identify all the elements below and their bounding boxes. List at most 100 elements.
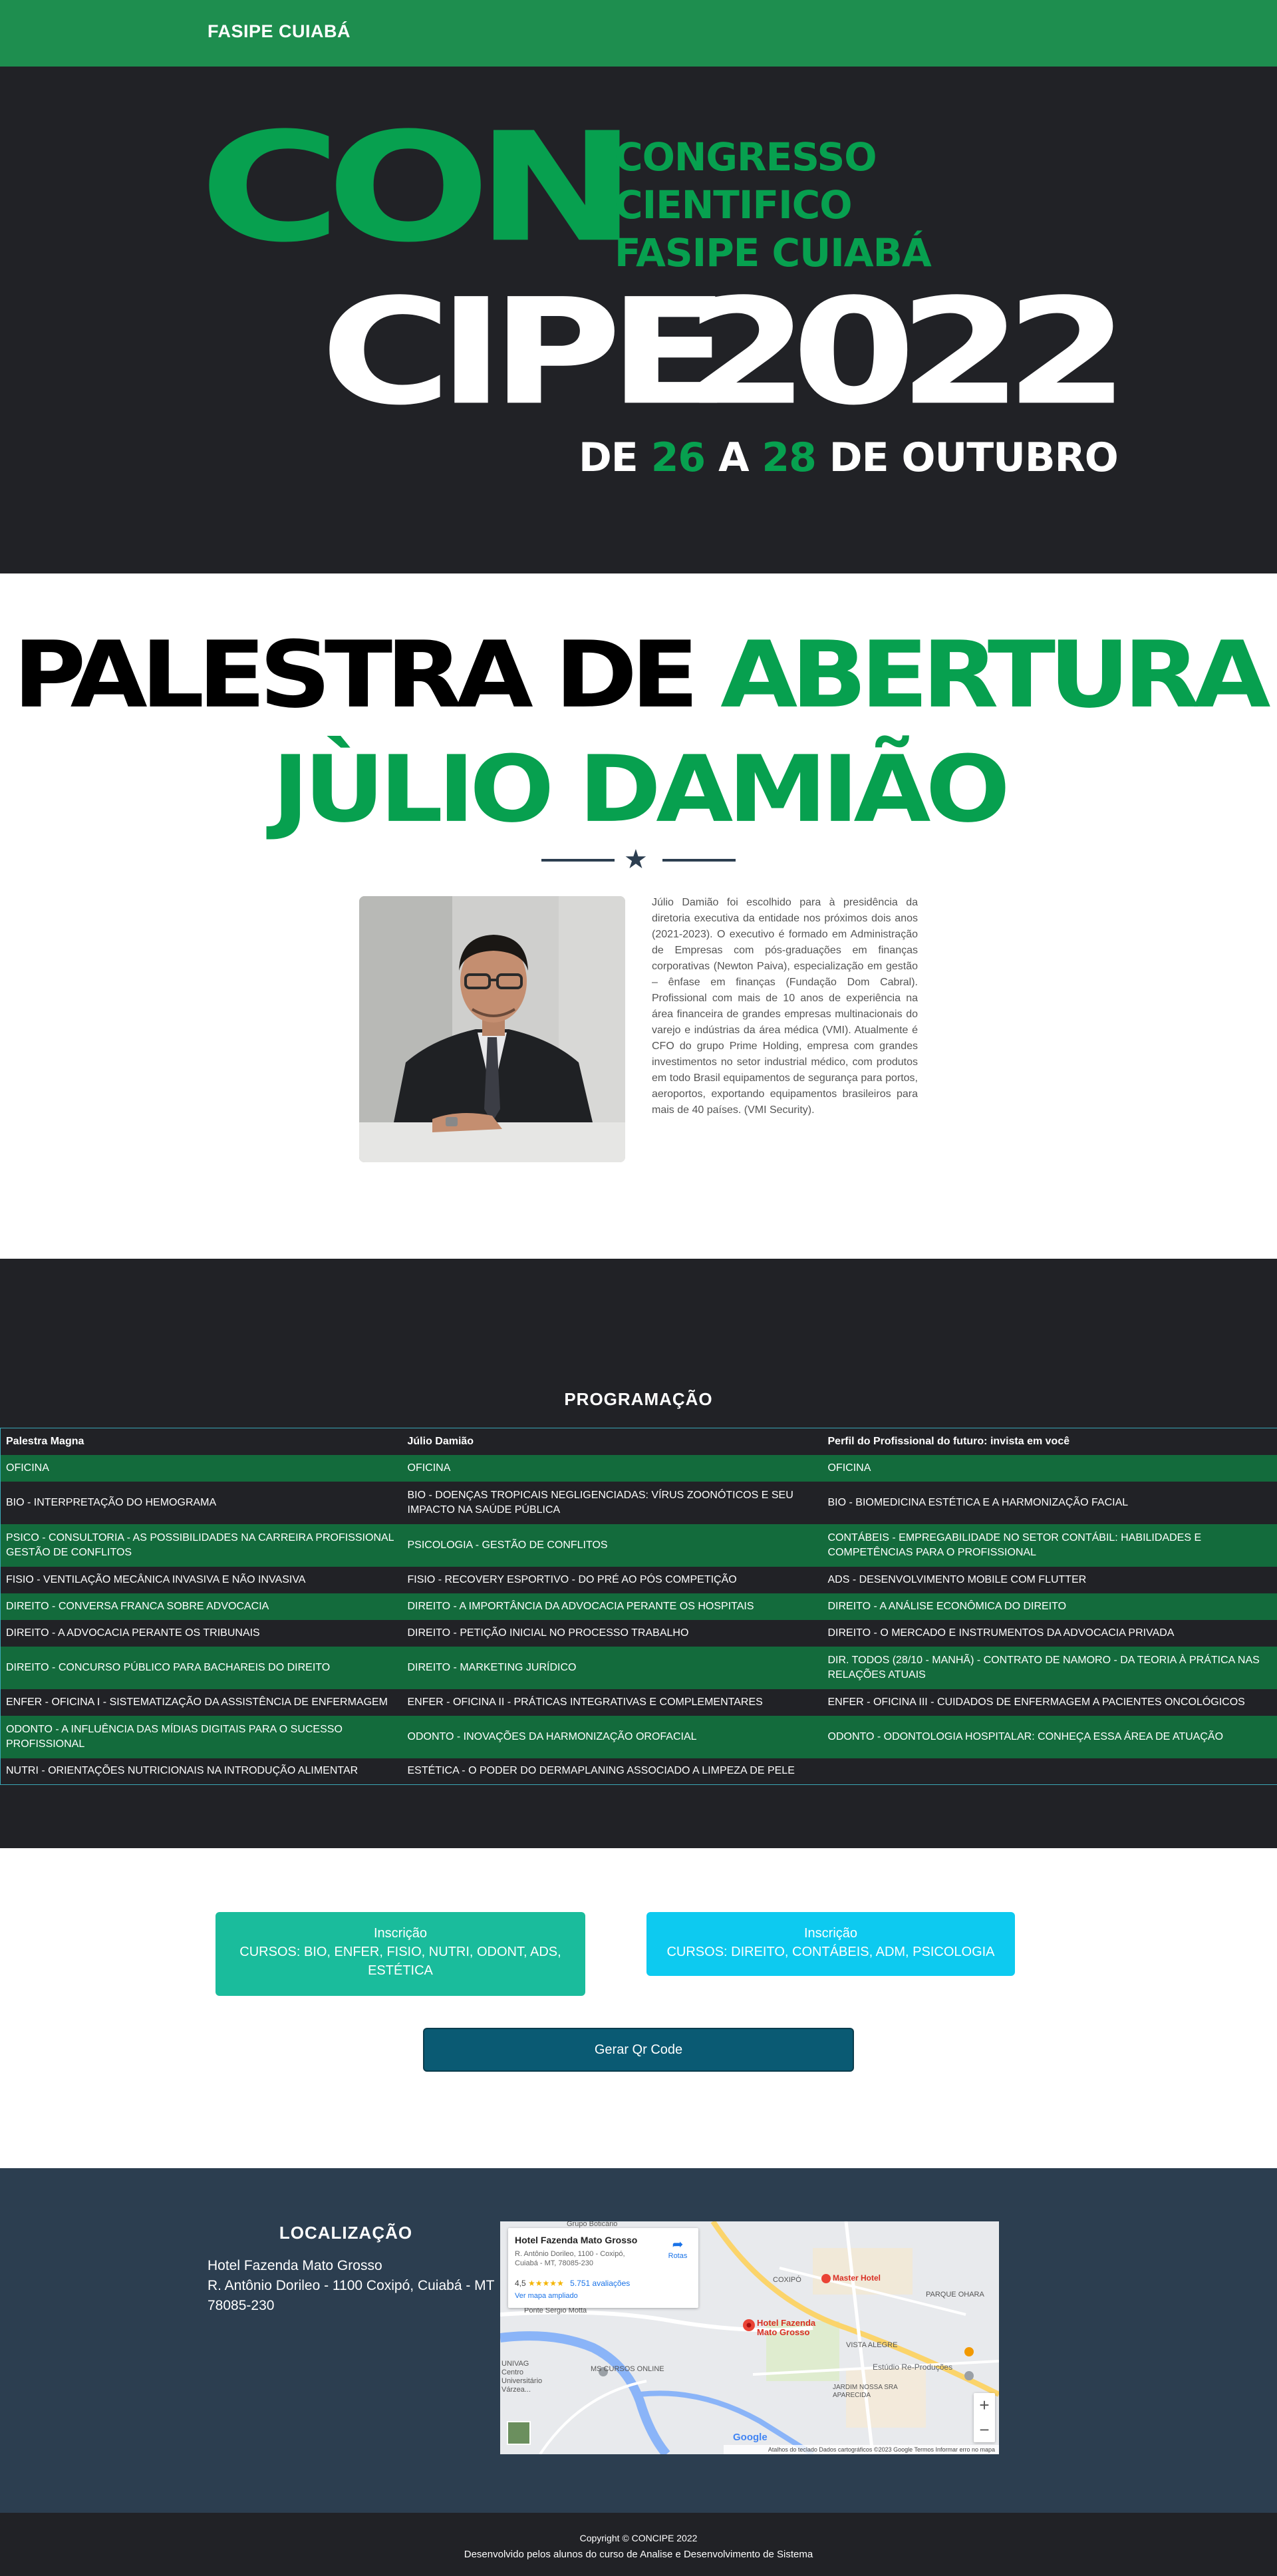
map-label-jardim: JARDIM NOSSA SRA APARECIDA (833, 2384, 898, 2399)
map-card-title: Hotel Fazenda Mato Grosso (515, 2235, 638, 2245)
rating-stars-icon: ★★★★★ (528, 2279, 564, 2288)
heading-part-black: PALESTRA DE (13, 621, 698, 729)
registration-courses: CURSOS: BIO, ENFER, FISIO, NUTRI, ODONT,… (239, 1945, 561, 1978)
table-row: NUTRI - ORIENTAÇÕES NUTRICIONAIS NA INTR… (0, 1758, 1277, 1785)
table-cell: CONTÁBEIS - EMPREGABILIDADE NO SETOR CON… (822, 1524, 1277, 1567)
table-row: ENFER - OFICINA I - SISTEMATIZAÇÃO DA AS… (0, 1689, 1277, 1716)
copyright-text: Copyright © CONCIPE 2022 (579, 2533, 698, 2543)
table-row: FISIO - VENTILAÇÃO MECÂNICA INVASIVA E N… (0, 1566, 1277, 1593)
table-row: DIREITO - CONVERSA FRANCA SOBRE ADVOCACI… (0, 1593, 1277, 1620)
map-attribution[interactable]: Atalhos do teclado Dados cartográficos ©… (724, 2445, 999, 2454)
map-poi-master-hotel[interactable]: Master Hotel (833, 2273, 881, 2283)
zoom-out-button[interactable]: − (974, 2418, 995, 2442)
street-view-icon[interactable] (507, 2421, 531, 2445)
location-title: LOCALIZAÇÃO (279, 2223, 413, 2243)
table-cell: ENFER - OFICINA III - CUIDADOS DE ENFERM… (822, 1689, 1277, 1716)
venue-address: R. Antônio Dorileo - 1100 Coxipó, Cuiabá… (208, 2278, 495, 2313)
embedded-map[interactable]: Grupo Boticário Hotel Fazenda Mato Gross… (500, 2221, 999, 2454)
map-label-univag: UNIVAG Centro Universitário Várzea... (501, 2360, 543, 2394)
zoom-control: + − (974, 2393, 995, 2442)
table-cell: ODONTO - ODONTOLOGIA HOSPITALAR: CONHEÇA… (822, 1715, 1277, 1758)
table-cell: BIO - BIOMEDICINA ESTÉTICA E A HARMONIZA… (822, 1481, 1277, 1524)
table-row: DIREITO - CONCURSO PÚBLICO PARA BACHAREI… (0, 1646, 1277, 1689)
table-cell: DIREITO - O MERCADO E INSTRUMENTOS DA AD… (822, 1619, 1277, 1647)
registration-section: Inscrição CURSOS: BIO, ENFER, FISIO, NUT… (0, 1848, 1277, 2168)
top-navbar: FASIPE CUIABÁ (0, 0, 1277, 67)
directions-icon: ➦ (672, 2237, 684, 2252)
divider-line-left (541, 859, 615, 862)
speaker-photo-illustration (359, 896, 625, 1162)
zoom-in-button[interactable]: + (974, 2393, 995, 2418)
table-cell: BIO - INTERPRETAÇÃO DO HEMOGRAMA (0, 1481, 402, 1524)
congress-line: CIENTIFICO (615, 182, 853, 228)
schedule-section: PROGRAMAÇÃO Palestra Magna Júlio Damião … (0, 1259, 1277, 1848)
location-address: Hotel Fazenda Mato Grosso R. Antônio Dor… (208, 2256, 500, 2316)
table-row: OFICINA OFICINA OFICINA (0, 1454, 1277, 1482)
table-cell: ODONTO - INOVAÇÕES DA HARMONIZAÇÃO OROFA… (402, 1715, 823, 1758)
speaker-name: JÙLIO DAMIÃO (271, 736, 1010, 844)
map-label-parque: PARQUE OHARA (926, 2291, 984, 2299)
table-header-cell: Palestra Magna (0, 1428, 402, 1455)
larger-map-link[interactable]: Ver mapa ampliado (515, 2292, 578, 2300)
table-row: ODONTO - A INFLUÊNCIA DAS MÍDIAS DIGITAI… (0, 1715, 1277, 1758)
table-row: DIREITO - A ADVOCACIA PERANTE OS TRIBUNA… (0, 1619, 1277, 1647)
table-header-cell: Perfil do Profissional do futuro: invist… (822, 1428, 1277, 1455)
table-cell: ODONTO - A INFLUÊNCIA DAS MÍDIAS DIGITAI… (0, 1715, 402, 1758)
table-cell: DIR. TODOS (28/10 - MANHÃ) - CONTRATO DE… (822, 1646, 1277, 1689)
congress-line: CONGRESSO (615, 134, 877, 180)
divider-line-right (662, 859, 736, 862)
table-cell: ESTÉTICA - O PODER DO DERMAPLANING ASSOC… (402, 1758, 823, 1785)
dates-month: DE OUTUBRO (829, 434, 1119, 481)
table-cell: ADS - DESENVOLVIMENTO MOBILE COM FLUTTER (822, 1566, 1277, 1593)
table-row: PSICO - CONSULTORIA - AS POSSIBILIDADES … (0, 1524, 1277, 1567)
table-cell: PSICO - CONSULTORIA - AS POSSIBILIDADES … (0, 1524, 402, 1567)
hero-con-text: CON (200, 100, 637, 276)
table-cell: NUTRI - ORIENTAÇÕES NUTRICIONAIS NA INTR… (0, 1758, 402, 1785)
registration-courses: CURSOS: DIREITO, CONTÁBEIS, ADM, PSICOLO… (666, 1945, 995, 1959)
google-logo: Google (733, 2432, 768, 2443)
hero-cipe-text: CIPE (321, 267, 730, 438)
map-place-card: Hotel Fazenda Mato Grosso R. Antônio Dor… (508, 2228, 698, 2308)
table-cell: OFICINA (822, 1454, 1277, 1482)
hero-dates: DE 26 A 28 DE OUTUBRO (579, 438, 1119, 478)
registration-button-health[interactable]: Inscrição CURSOS: BIO, ENFER, FISIO, NUT… (215, 1912, 585, 1996)
speaker-photo (359, 896, 625, 1162)
map-card-address: R. Antônio Dorileo, 1100 - Coxipó, Cuiab… (515, 2250, 625, 2267)
table-header-cell: Júlio Damião (402, 1428, 823, 1455)
map-label-coxipo: COXIPÓ (773, 2276, 801, 2284)
dates-de: DE (579, 434, 638, 481)
section-heading: PALESTRA DE ABERTURA (0, 629, 1277, 721)
hero-congress-text: CONGRESSO CIENTIFICO FASIPE CUIABÁ (615, 133, 932, 277)
site-footer: Copyright © CONCIPE 2022 Desenvolvido pe… (0, 2513, 1277, 2576)
opening-lecture-section: PALESTRA DE ABERTURA JÙLIO DAMIÃO ★ Júli… (0, 573, 1277, 1259)
table-cell: DIREITO - CONCURSO PÚBLICO PARA BACHAREI… (0, 1646, 402, 1689)
map-poi-studio[interactable]: Estúdio Re-Produções (873, 2362, 952, 2372)
dates-start: 26 (650, 434, 706, 481)
table-cell: BIO - DOENÇAS TROPICAIS NEGLIGENCIADAS: … (402, 1481, 823, 1524)
venue-name: Hotel Fazenda Mato Grosso (208, 2258, 382, 2273)
table-cell: OFICINA (402, 1454, 823, 1482)
map-label-grupo: Grupo Boticário (567, 2221, 618, 2228)
credit-text: Desenvolvido pelos alunos do curso de An… (464, 2549, 813, 2560)
table-cell: DIREITO - MARKETING JURÍDICO (402, 1646, 823, 1689)
map-poi-hotel[interactable]: Hotel Fazenda Mato Grosso (757, 2319, 830, 2337)
table-cell: DIREITO - PETIÇÃO INICIAL NO PROCESSO TR… (402, 1619, 823, 1647)
table-cell: DIREITO - A ADVOCACIA PERANTE OS TRIBUNA… (0, 1619, 402, 1647)
table-cell: ENFER - OFICINA I - SISTEMATIZAÇÃO DA AS… (0, 1689, 402, 1716)
table-cell: FISIO - RECOVERY ESPORTIVO - DO PRÉ AO P… (402, 1566, 823, 1593)
table-cell: DIREITO - A ANÁLISE ECONÔMICA DO DIREITO (822, 1593, 1277, 1620)
rating-value: 4,5 (515, 2279, 526, 2288)
table-cell: ENFER - OFICINA II - PRÁTICAS INTEGRATIV… (402, 1689, 823, 1716)
schedule-table: Palestra Magna Júlio Damião Perfil do Pr… (0, 1428, 1277, 1785)
table-cell: DIREITO - A IMPORTÂNCIA DA ADVOCACIA PER… (402, 1593, 823, 1620)
location-section: LOCALIZAÇÃO Hotel Fazenda Mato Grosso R.… (0, 2168, 1277, 2513)
schedule-title: PROGRAMAÇÃO (564, 1389, 713, 1409)
registration-button-law[interactable]: Inscrição CURSOS: DIREITO, CONTÁBEIS, AD… (646, 1912, 1015, 1976)
map-card-rating: 4,5 ★★★★★ 5.751 avaliações (515, 2279, 630, 2288)
heading-part-green: ABERTURA (720, 621, 1270, 729)
reviews-link[interactable]: 5.751 avaliações (570, 2279, 630, 2288)
registration-label: Inscrição (373, 1926, 428, 1941)
brand-link[interactable]: FASIPE CUIABÁ (208, 21, 351, 42)
generate-qr-button[interactable]: Gerar Qr Code (423, 2028, 854, 2072)
directions-button[interactable]: ➦ Rotas (662, 2237, 693, 2260)
